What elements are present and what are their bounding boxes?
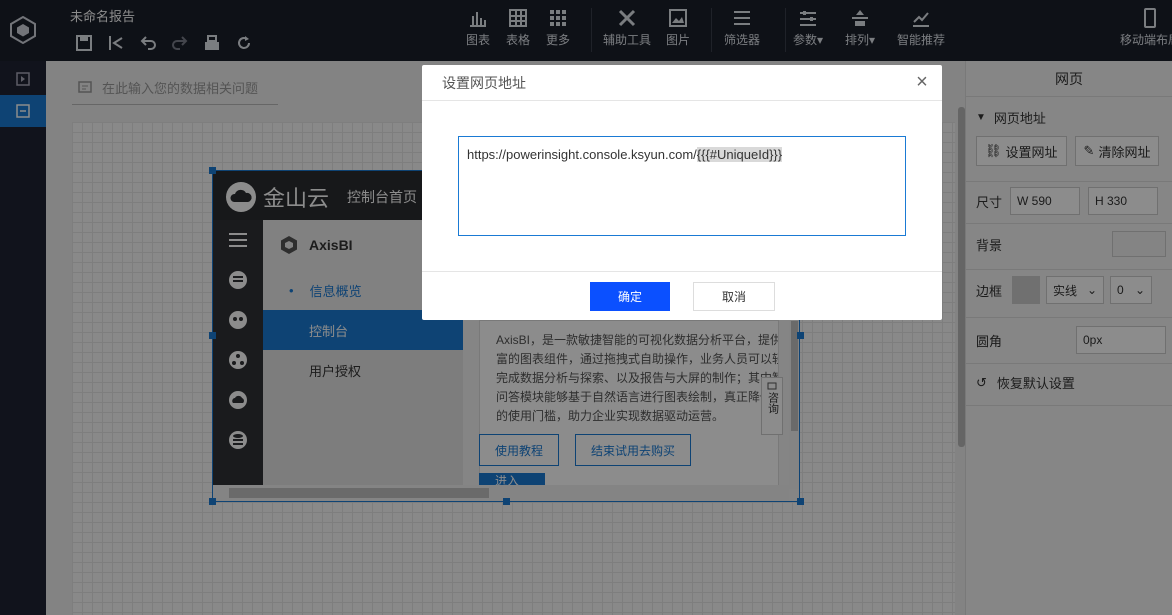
- unique-id-token: {{{#UniqueId}}}: [696, 147, 783, 162]
- confirm-button[interactable]: 确定: [590, 282, 670, 311]
- dialog-footer: 确定 取消: [422, 271, 942, 320]
- app-window: 未命名报告 图表 表格 更多 辅助工具 图片 筛选器 参数▾ 排列▾ 智能推荐 …: [0, 0, 1172, 615]
- cancel-button[interactable]: 取消: [693, 282, 775, 311]
- close-icon[interactable]: ×: [912, 72, 932, 93]
- set-url-dialog: 设置网页地址 × https://powerinsight.console.ks…: [422, 65, 942, 320]
- url-textarea[interactable]: https://powerinsight.console.ksyun.com/{…: [458, 136, 906, 236]
- dialog-title: 设置网页地址: [422, 65, 942, 101]
